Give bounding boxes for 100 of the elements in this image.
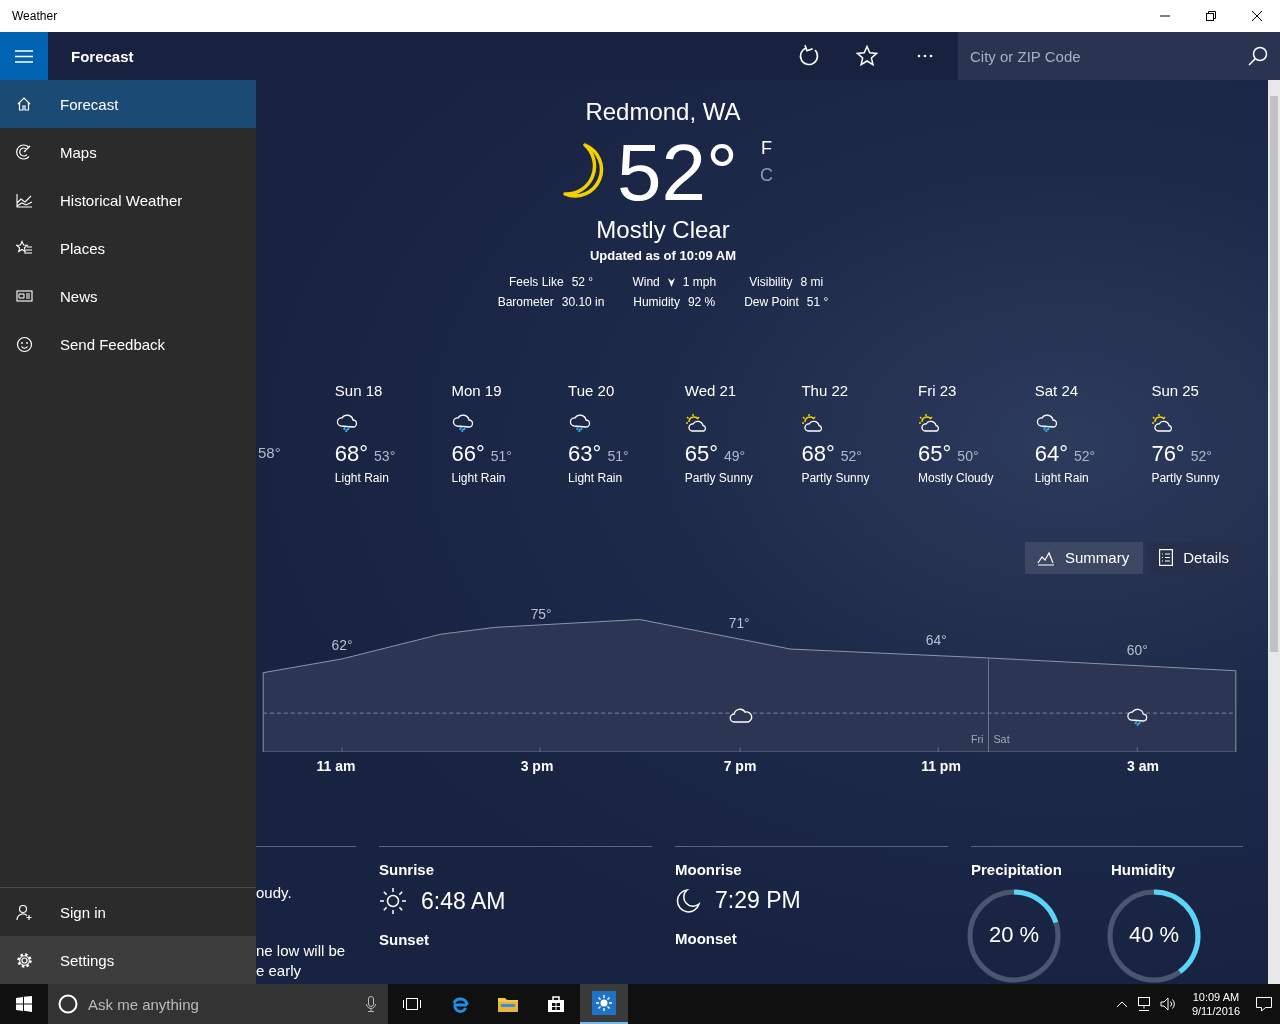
hourly-temperature: 60° (1126, 642, 1148, 658)
list-icon (1159, 549, 1174, 567)
close-icon (1252, 11, 1262, 21)
taskbar-search-field[interactable]: Ask me anything (86, 983, 366, 1024)
hour-label: 7 pm (723, 758, 757, 775)
page-title: Forecast (71, 47, 135, 65)
window-title: Weather (11, 9, 59, 23)
high-temperature: 76° (1151, 440, 1185, 467)
detail-value: 1 mph (682, 275, 717, 289)
day-label: Mon 19 (451, 380, 502, 401)
nav-item[interactable]: Historical Weather (0, 176, 256, 224)
detail-label: Humidity (633, 295, 680, 309)
unit-toggle[interactable]: F (760, 138, 773, 159)
star-list-icon (16, 239, 33, 257)
scrollbar-thumb[interactable] (1270, 96, 1278, 652)
detail-label: Barometer (497, 295, 554, 309)
hour-label: 11 am (316, 758, 356, 775)
high-temperature: 65° (918, 440, 952, 467)
wind-arrow-icon (667, 277, 675, 287)
nav-item[interactable]: Maps (0, 128, 256, 176)
nav-item[interactable]: Send Feedback (0, 320, 256, 368)
day-label: Wed 21 (684, 380, 737, 401)
high-temperature: 66° (451, 440, 485, 467)
detail-value: 8 mi (800, 275, 824, 289)
scrollbar[interactable] (1268, 80, 1280, 984)
high-temperature: 63° (568, 440, 602, 467)
crescent-moon-icon (675, 887, 701, 914)
detail-value: 30.10 in (561, 295, 605, 309)
clock-time[interactable]: 10:09 AM (1192, 990, 1240, 1004)
rain-cloud-icon (1034, 412, 1059, 433)
rain-cloud-icon (568, 412, 593, 433)
low-temperature: 49° (724, 447, 746, 464)
gauge-label: Precipitation (971, 861, 1061, 878)
nav-item[interactable]: News (0, 272, 256, 320)
day-condition: Partly Sunny (1151, 470, 1220, 485)
low-temperature: 50° (957, 447, 979, 464)
low-temperature: 51° (490, 447, 512, 464)
nav-item[interactable]: Forecast (0, 80, 256, 128)
day-condition: Light Rain (1034, 470, 1089, 485)
detail-label: Wind (632, 275, 660, 289)
rise-time: 6:48 AM (421, 887, 506, 915)
day-label: Thu 22 (801, 380, 849, 401)
search-icon (1248, 46, 1268, 66)
day-mark: Fri (970, 732, 984, 745)
home-icon (16, 95, 33, 113)
unit-toggle[interactable]: C (760, 165, 773, 186)
speaker-icon[interactable] (1159, 997, 1176, 1011)
current-temperature: 52° (617, 130, 738, 216)
condition-text: Mostly Clear (596, 216, 730, 244)
detail-label: Dew Point (744, 295, 799, 309)
gauge-label: Humidity (1111, 861, 1177, 878)
day-condition: Light Rain (334, 470, 389, 485)
menu-icon (15, 49, 33, 63)
nav-item[interactable]: Settings (0, 936, 256, 984)
sun-app-icon (592, 991, 616, 1015)
nav-item[interactable]: Places (0, 224, 256, 272)
chevron-up-icon[interactable] (1115, 1000, 1128, 1008)
day-label: Sat 24 (1034, 380, 1079, 401)
location-name: Redmond, WA (585, 98, 741, 126)
shopping-bag-icon (547, 995, 565, 1013)
detail-value: 51 ° (806, 295, 829, 309)
circle-icon (58, 994, 78, 1014)
day-condition: Light Rain (451, 470, 506, 485)
view-tab[interactable]: Summary (1024, 541, 1144, 574)
taskbar-app[interactable] (580, 984, 628, 1024)
refresh-icon (798, 45, 820, 67)
rise-label: Sunrise (379, 861, 436, 878)
nav-item[interactable]: Sign in (0, 888, 256, 936)
rise-time: 7:29 PM (715, 887, 801, 914)
folder-icon (497, 995, 519, 1013)
clock-date[interactable]: 9/11/2016 (1191, 1004, 1240, 1018)
high-temperature: 68° (334, 440, 369, 467)
star-icon (856, 45, 878, 67)
hour-label: 11 pm (921, 758, 961, 775)
detail-label: Visibility (749, 275, 793, 289)
hourly-temperature: 75° (530, 606, 552, 622)
summary-text: e early (256, 961, 303, 981)
network-icon[interactable] (1135, 997, 1152, 1011)
restore-icon (1206, 11, 1216, 21)
updated-time: Updated as of 10:09 AM (589, 248, 737, 263)
rain-cloud-icon (451, 412, 476, 433)
task-view-icon (402, 996, 422, 1012)
low-temperature: 51° (607, 447, 629, 464)
smiley-icon (16, 335, 33, 353)
low-temperature: 53° (374, 447, 396, 464)
day-mark: Sat (993, 732, 1010, 745)
detail-value: 52 ° (571, 275, 594, 289)
microphone-icon (366, 996, 376, 1012)
notification-icon[interactable] (1256, 996, 1272, 1012)
day-label: Fri 23 (918, 380, 957, 401)
radar-icon (16, 143, 33, 161)
settings-icon (16, 951, 33, 969)
view-tab[interactable]: Details (1147, 541, 1243, 574)
day-label: Tue 20 (568, 380, 615, 401)
cloud-icon (729, 708, 753, 723)
hour-label: 3 am (1127, 758, 1159, 775)
menu-button[interactable] (0, 32, 48, 80)
summary-text: oudy. (256, 883, 293, 903)
taskbar-search-box[interactable]: Ask me anything (48, 984, 388, 1024)
summary-text: ne low will be (256, 941, 347, 961)
